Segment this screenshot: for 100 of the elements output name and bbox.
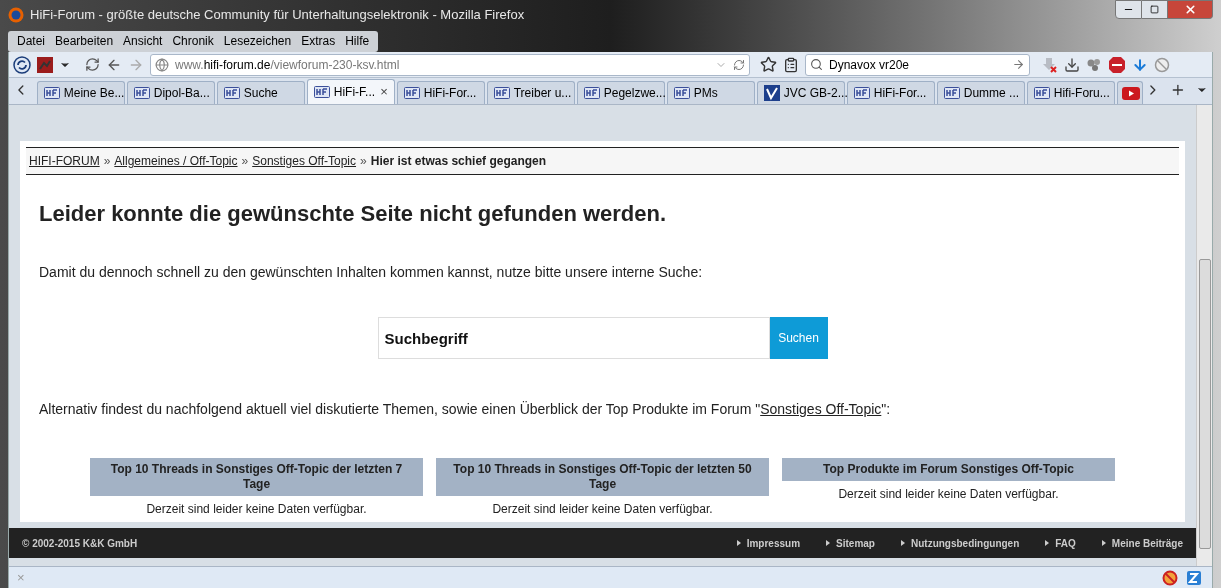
menu-item[interactable]: Ansicht xyxy=(118,32,168,50)
tab-label: Suche xyxy=(243,85,279,102)
reload-icon[interactable] xyxy=(85,57,100,72)
molecule-icon[interactable] xyxy=(1086,56,1102,73)
forum-logo-icon xyxy=(403,87,420,99)
forum-logo-icon xyxy=(133,87,150,99)
menu-item[interactable]: Chronik xyxy=(167,32,219,50)
menu-item[interactable]: Lesezeichen xyxy=(218,32,297,50)
tab-label: HiFi-F... xyxy=(333,84,377,101)
browser-tab[interactable]: Pegelzwe... xyxy=(576,81,665,104)
forum-logo-icon xyxy=(313,86,330,98)
breadcrumb-link[interactable]: Allgemeines / Off-Topic xyxy=(114,152,238,170)
address-field[interactable]: www.hifi-forum.de/viewforum-230-ksv.html xyxy=(150,53,750,76)
url-text: www.hifi-forum.de/viewforum-230-ksv.html xyxy=(175,56,401,74)
tab-label: Treiber u... xyxy=(513,85,572,102)
footer-link[interactable]: Impressum xyxy=(746,535,801,551)
breadcrumb-separator: » xyxy=(360,153,367,170)
window-title: HiFi-Forum - größte deutsche Community für Unterhaltungselektronik - Mozilla Firefox xyxy=(30,6,526,25)
tab-label: Hifi-Foru... xyxy=(1053,85,1110,102)
browser-tab[interactable]: PMs xyxy=(666,81,755,104)
browser-tab[interactable]: JVC GB-2... xyxy=(756,81,845,104)
bookmark-star-icon[interactable] xyxy=(760,56,777,73)
breadcrumb-separator: » xyxy=(241,153,249,170)
tab-label: PMs xyxy=(693,85,719,102)
browser-tab[interactable] xyxy=(1116,81,1143,104)
maximize-icon xyxy=(1150,5,1159,14)
browser-tab[interactable]: Treiber u... xyxy=(486,81,575,104)
breadcrumb-link[interactable]: Sonstiges Off-Topic xyxy=(252,152,357,170)
menu-item[interactable]: Extras xyxy=(296,32,341,50)
browser-tab[interactable]: Dumme ... xyxy=(936,81,1025,104)
bullet-triangle-icon xyxy=(826,540,831,546)
forum-logo-icon xyxy=(943,87,960,99)
browser-logo-icon xyxy=(8,7,24,23)
bullet-triangle-icon xyxy=(1101,540,1106,546)
alternative-text: Alternativ findest du nachfolgend aktuell viel diskutierte Themen, sowie einen Überblick der Top Produkte im Forum "Sonstiges Off-Topic": xyxy=(39,400,892,419)
forum-logo-icon xyxy=(583,87,600,99)
sync-icon[interactable] xyxy=(13,55,31,74)
browser-tab[interactable]: Dipol-Ba... xyxy=(126,81,215,104)
browser-tab[interactable]: HiFi-For... xyxy=(846,81,935,104)
intro-text: Damit du dennoch schnell zu den gewünschten Inhalten kommen kannst, nutze bitte unsere interne Suche: xyxy=(39,263,704,282)
tab-label: Pegelzwe... xyxy=(603,85,666,102)
no-script-icon[interactable] xyxy=(1162,569,1178,586)
footer-link[interactable]: Meine Beiträge xyxy=(1111,535,1183,551)
scroll-thumb[interactable] xyxy=(1198,259,1211,549)
error-heading: Leider konnte die gewünschte Seite nicht gefunden werden. xyxy=(39,200,668,228)
footer-link[interactable]: Sitemap xyxy=(836,535,875,551)
browser-tab[interactable]: Meine Be... xyxy=(36,81,125,104)
minimize-button[interactable] xyxy=(1115,0,1142,19)
browser-tab[interactable]: Suche xyxy=(216,81,305,104)
box-header: Top 10 Threads in Sonstiges Off-Topic der letzten 50 Tage xyxy=(436,458,769,496)
tab-label: Dumme ... xyxy=(963,85,1020,102)
footer-link[interactable]: FAQ xyxy=(1055,535,1076,551)
search-term-field[interactable]: Suchbegriff xyxy=(377,317,770,359)
tab-label: Meine Be... xyxy=(63,85,125,102)
menu-item[interactable]: Bearbeiten xyxy=(50,32,119,50)
tab-label: HiFi-For... xyxy=(423,85,478,102)
forum-logo-icon xyxy=(43,87,60,99)
search-icon xyxy=(810,58,823,71)
forum-link[interactable]: Sonstiges Off-Topic xyxy=(760,401,882,417)
no-data-text: Derzeit sind leider keine Daten verfügbar. xyxy=(146,501,367,518)
refresh-icon[interactable] xyxy=(733,58,745,71)
blocked-sign-icon[interactable] xyxy=(1154,56,1170,73)
video-play-icon xyxy=(1121,86,1140,100)
adblock-icon[interactable] xyxy=(1108,55,1126,74)
grid-tile-icon[interactable] xyxy=(37,56,53,73)
download-icon[interactable] xyxy=(1064,56,1080,73)
box-header: Top Produkte im Forum Sonstiges Off-Topic xyxy=(782,458,1115,481)
forum-logo-icon xyxy=(673,87,690,99)
browser-tab[interactable]: HiFi-For... xyxy=(396,81,485,104)
breadcrumb-separator: » xyxy=(103,153,111,170)
search-field[interactable]: Dynavox vr20e xyxy=(805,53,1030,76)
breadcrumb-current: Hier ist etwas schief gegangen xyxy=(370,153,547,170)
bookmarks-list-icon[interactable] xyxy=(783,56,799,73)
menu-item[interactable]: Datei xyxy=(12,32,50,50)
maximize-button[interactable] xyxy=(1142,0,1168,19)
go-arrow-icon[interactable] xyxy=(1012,58,1025,71)
box-header: Top 10 Threads in Sonstiges Off-Topic der letzten 7 Tage xyxy=(90,458,423,496)
bullet-triangle-icon xyxy=(736,540,741,546)
scrollbar[interactable] xyxy=(1196,105,1212,566)
bullet-triangle-icon xyxy=(1045,540,1050,546)
close-icon xyxy=(1183,3,1197,16)
breadcrumb-link[interactable]: HIFI-FORUM xyxy=(29,152,100,170)
no-data-text: Derzeit sind leider keine Daten verfügbar. xyxy=(838,486,1059,503)
browser-tab[interactable]: Hifi-Foru... xyxy=(1026,81,1115,104)
menu-item[interactable]: Hilfe xyxy=(340,32,375,50)
browser-tab[interactable]: HiFi-F... × xyxy=(306,79,395,104)
copyright-text: © 2002-2015 K&K GmbH xyxy=(22,536,139,551)
forum-logo-icon xyxy=(853,87,870,99)
footer-link[interactable]: Nutzungsbedingungen xyxy=(910,535,1020,551)
no-data-text: Derzeit sind leider keine Daten verfügbar. xyxy=(492,501,713,518)
close-tab-button[interactable]: × xyxy=(380,82,388,102)
forum-logo-icon xyxy=(493,87,510,99)
bullet-triangle-icon xyxy=(900,540,905,546)
zotero-icon[interactable] xyxy=(1186,569,1204,586)
forum-logo-icon xyxy=(223,87,240,99)
search-value: Dynavox vr20e xyxy=(829,56,911,74)
close-button[interactable] xyxy=(1168,0,1213,19)
globe-icon xyxy=(155,57,169,72)
tab-label: JVC GB-2... xyxy=(783,85,848,102)
tab-label: HiFi-For... xyxy=(873,85,928,102)
